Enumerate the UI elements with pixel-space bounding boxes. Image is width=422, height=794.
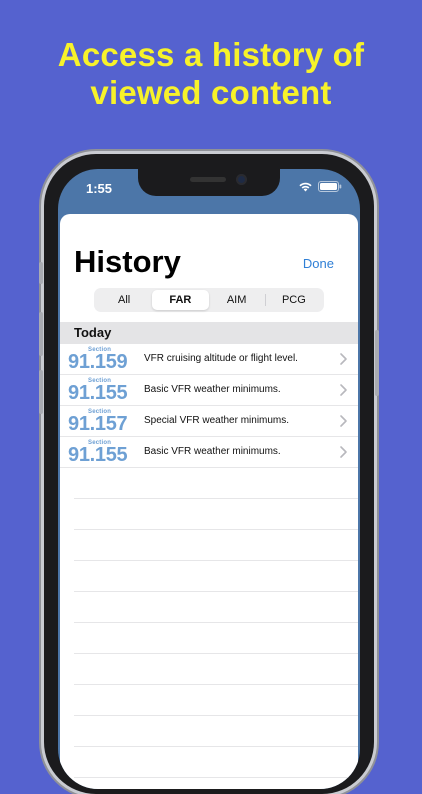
chevron-right-icon [340,446,347,458]
page-title: History [74,244,181,279]
empty-row-separator [74,499,358,530]
empty-list-rows [74,468,358,789]
empty-row-separator [74,747,358,778]
item-title: Special VFR weather minimums. [144,415,290,426]
section-header-today: Today [60,322,358,344]
history-sheet: History Done All FAR AIM PCG Today Secti… [60,214,358,789]
history-list: Section 91.159 VFR cruising altitude or … [60,344,358,468]
item-title: VFR cruising altitude or flight level. [144,353,298,364]
camera-icon [236,174,247,185]
phone-volume-up-button [39,312,43,356]
item-title: Basic VFR weather minimums. [144,446,281,457]
phone-power-button [375,330,379,396]
tab-aim[interactable]: AIM [209,290,265,310]
battery-icon [318,181,342,192]
status-time: 1:55 [86,181,113,196]
empty-row-separator [74,530,358,561]
empty-row-separator [74,592,358,623]
item-title: Basic VFR weather minimums. [144,384,281,395]
phone-notch [138,169,280,196]
list-item[interactable]: Section 91.159 VFR cruising altitude or … [60,344,358,375]
tab-far[interactable]: FAR [152,290,209,310]
section-header-label: Today [74,325,112,340]
phone-volume-down-button [39,370,43,414]
tab-all[interactable]: All [96,290,152,310]
status-icons [298,181,342,192]
empty-row-separator [74,778,358,789]
speaker-grille [190,177,226,182]
done-button[interactable]: Done [303,256,334,271]
section-number: 91.155 [68,382,128,404]
section-number: 91.159 [68,351,128,373]
phone-side-button [39,262,43,284]
phone-screen: 1:55 History Done All FAR AIM PCG Today [58,169,360,789]
empty-row-separator [74,623,358,654]
section-number: 91.157 [68,413,128,435]
empty-row-separator [74,716,358,747]
wifi-icon [299,182,312,192]
empty-row-separator [74,685,358,716]
promo-headline-line-2: viewed content [90,74,332,111]
list-item[interactable]: Section 91.155 Basic VFR weather minimum… [60,437,358,468]
empty-row-separator [74,561,358,592]
chevron-right-icon [340,384,347,396]
list-item[interactable]: Section 91.155 Basic VFR weather minimum… [60,375,358,406]
empty-row-separator [74,654,358,685]
chevron-right-icon [340,415,347,427]
chevron-right-icon [340,353,347,365]
promo-headline: Access a history of viewed content [0,36,422,112]
list-item[interactable]: Section 91.157 Special VFR weather minim… [60,406,358,437]
filter-segmented-control: All FAR AIM PCG [94,288,324,312]
tab-pcg[interactable]: PCG [266,290,322,310]
empty-row-separator [74,468,358,499]
promo-headline-line-1: Access a history of [57,36,365,73]
section-number: 91.155 [68,444,128,466]
